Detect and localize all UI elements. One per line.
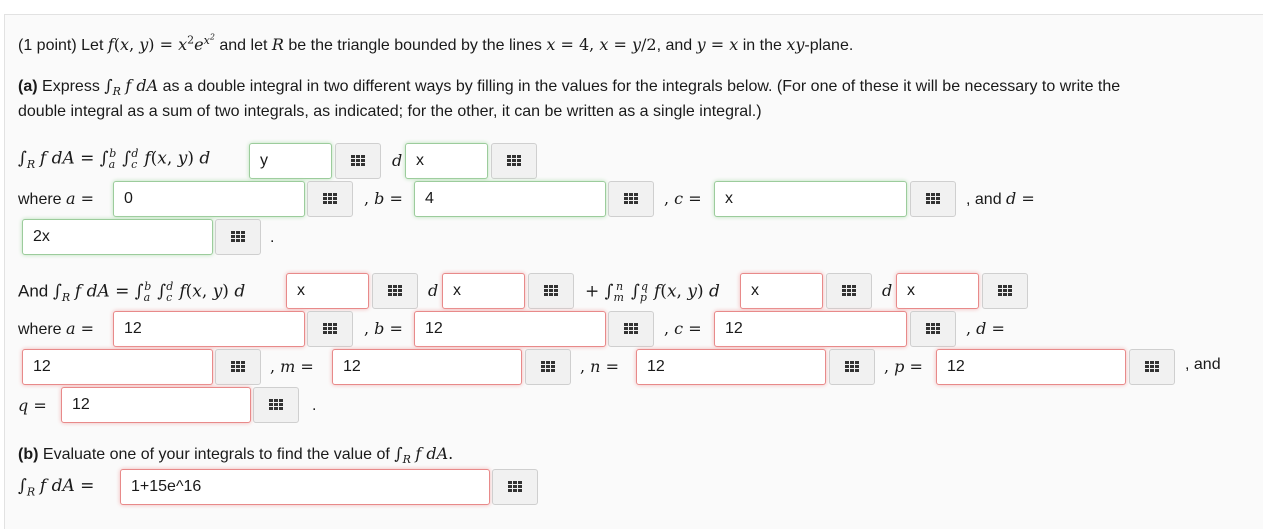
- b1-input[interactable]: 4: [414, 181, 606, 217]
- where-a-label: where a =: [18, 319, 95, 338]
- d1-input[interactable]: 2x: [22, 219, 213, 255]
- math-editor-button[interactable]: [528, 273, 574, 309]
- a1-input[interactable]: 0: [113, 181, 305, 217]
- math-editor-button[interactable]: [491, 143, 537, 179]
- part-b-answer-input[interactable]: 1+15e^16: [120, 469, 490, 505]
- math-editor-button[interactable]: [829, 349, 875, 385]
- third-inner-differential-input[interactable]: x: [740, 273, 823, 309]
- math-editor-button[interactable]: [826, 273, 872, 309]
- first-integral-expression: ∫R f dA = ∫ab ∫cd f(x, y) d: [18, 147, 211, 172]
- part-a-text: (a) Express ∫R f dA as a double integral…: [18, 76, 1121, 99]
- second-outer-differential-input[interactable]: x: [442, 273, 525, 309]
- part-b-text: (b) Evaluate one of your integrals to fi…: [18, 444, 454, 467]
- equation-editor-grid-icon: [351, 155, 365, 167]
- where-a-label: where a =: [18, 189, 95, 208]
- c-label: , c =: [664, 319, 702, 338]
- equation-editor-grid-icon: [624, 193, 638, 205]
- math-editor-button[interactable]: [215, 349, 261, 385]
- equation-editor-grid-icon: [926, 193, 940, 205]
- period: .: [312, 397, 317, 414]
- equation-editor-grid-icon: [541, 361, 555, 373]
- math-editor-button[interactable]: [307, 311, 353, 347]
- math-editor-button[interactable]: [372, 273, 418, 309]
- math-editor-button[interactable]: [910, 311, 956, 347]
- math-editor-button[interactable]: [608, 181, 654, 217]
- period: .: [270, 229, 275, 246]
- b-label: , b =: [364, 189, 403, 208]
- equation-editor-grid-icon: [323, 323, 337, 335]
- math-editor-button[interactable]: [608, 311, 654, 347]
- equation-editor-grid-icon: [845, 361, 859, 373]
- equation-editor-grid-icon: [1145, 361, 1159, 373]
- d2-input[interactable]: 12: [22, 349, 213, 385]
- p-label: , p =: [884, 357, 923, 376]
- q-input[interactable]: 12: [61, 387, 251, 423]
- equation-editor-grid-icon: [231, 361, 245, 373]
- math-editor-button[interactable]: [335, 143, 381, 179]
- first-inner-differential-input[interactable]: y: [249, 143, 332, 179]
- part-b-expression: ∫R f dA =: [18, 476, 95, 499]
- q-label: q =: [18, 396, 47, 415]
- equation-editor-grid-icon: [508, 481, 522, 493]
- part-a-text-line2: double integral as a sum of two integral…: [18, 103, 762, 120]
- second-integral-expression: And ∫R f dA = ∫ab ∫cd f(x, y) d: [18, 280, 246, 305]
- math-editor-button[interactable]: [253, 387, 299, 423]
- math-editor-button[interactable]: [525, 349, 571, 385]
- a2-input[interactable]: 12: [113, 311, 305, 347]
- p-input[interactable]: 12: [936, 349, 1126, 385]
- differential-d-label: d: [392, 151, 403, 170]
- equation-editor-grid-icon: [231, 231, 245, 243]
- d-label: , d =: [966, 319, 1005, 338]
- math-editor-button[interactable]: [307, 181, 353, 217]
- equation-editor-grid-icon: [842, 285, 856, 297]
- math-editor-button[interactable]: [1129, 349, 1175, 385]
- math-editor-button[interactable]: [215, 219, 261, 255]
- third-integral-expression: + ∫mn ∫pq f(x, y) d: [585, 280, 720, 305]
- equation-editor-grid-icon: [926, 323, 940, 335]
- differential-d-label: d: [882, 281, 893, 300]
- equation-editor-grid-icon: [998, 285, 1012, 297]
- n-input[interactable]: 12: [636, 349, 826, 385]
- problem-statement: (1 point) Let f(x, y) = x2ex2 and let R …: [18, 32, 854, 54]
- m-label: , m =: [270, 357, 314, 376]
- math-editor-button[interactable]: [982, 273, 1028, 309]
- and-label: , and: [1185, 356, 1221, 373]
- n-label: , n =: [580, 357, 619, 376]
- equation-editor-grid-icon: [544, 285, 558, 297]
- b2-input[interactable]: 12: [414, 311, 606, 347]
- second-inner-differential-input[interactable]: x: [286, 273, 369, 309]
- m-input[interactable]: 12: [332, 349, 522, 385]
- b-label: , b =: [364, 319, 403, 338]
- equation-editor-grid-icon: [388, 285, 402, 297]
- differential-d-label: d: [428, 281, 439, 300]
- math-editor-button[interactable]: [492, 469, 538, 505]
- c-label: , c =: [664, 189, 702, 208]
- d-label: , and d =: [966, 189, 1035, 208]
- equation-editor-grid-icon: [624, 323, 638, 335]
- equation-editor-grid-icon: [507, 155, 521, 167]
- first-outer-differential-input[interactable]: x: [405, 143, 488, 179]
- c2-input[interactable]: 12: [714, 311, 907, 347]
- equation-editor-grid-icon: [323, 193, 337, 205]
- c1-input[interactable]: x: [714, 181, 907, 217]
- third-outer-differential-input[interactable]: x: [896, 273, 979, 309]
- math-editor-button[interactable]: [910, 181, 956, 217]
- equation-editor-grid-icon: [269, 399, 283, 411]
